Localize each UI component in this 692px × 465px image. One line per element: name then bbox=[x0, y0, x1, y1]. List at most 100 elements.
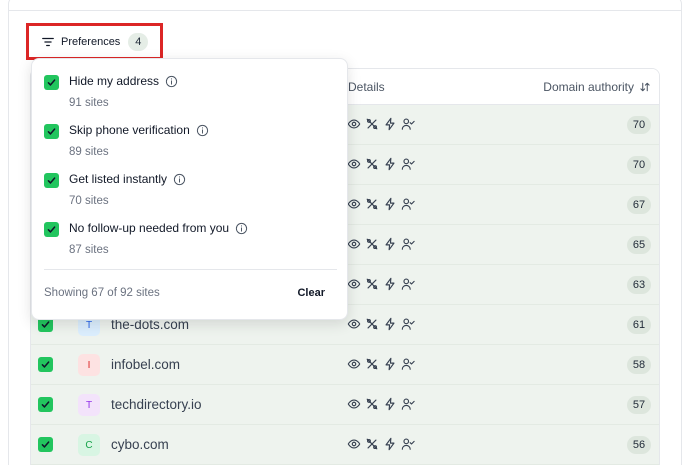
domain-authority-badge: 65 bbox=[627, 236, 651, 254]
check-icon bbox=[47, 79, 56, 86]
preference-option[interactable]: Skip phone verification 89 sites bbox=[44, 122, 339, 166]
bolt-icon bbox=[385, 157, 395, 171]
detail-icons bbox=[347, 197, 415, 211]
popover-divider bbox=[44, 269, 337, 270]
top-divider bbox=[8, 10, 682, 11]
row-checkbox[interactable] bbox=[38, 357, 53, 372]
domain-authority-badge: 63 bbox=[627, 276, 651, 294]
eye-icon bbox=[347, 239, 361, 249]
percent-icon bbox=[366, 358, 378, 370]
option-checkbox[interactable] bbox=[44, 222, 59, 237]
eye-icon bbox=[347, 119, 361, 129]
detail-icons bbox=[347, 277, 415, 291]
option-count: 70 sites bbox=[69, 195, 109, 207]
table-row[interactable]: Iinfobel.com 58 bbox=[31, 345, 659, 385]
domain-authority-badge: 67 bbox=[627, 196, 651, 214]
option-count: 89 sites bbox=[69, 146, 109, 158]
option-label: Hide my address bbox=[69, 74, 160, 88]
check-icon bbox=[41, 361, 50, 368]
preference-option[interactable]: Hide my address 91 sites bbox=[44, 73, 339, 117]
user-check-icon bbox=[401, 198, 415, 210]
site-domain[interactable]: infobel.com bbox=[111, 357, 180, 372]
detail-icons bbox=[347, 117, 415, 131]
site-avatar: I bbox=[78, 354, 100, 376]
check-icon bbox=[47, 226, 56, 233]
site-domain[interactable]: cybo.com bbox=[111, 437, 169, 452]
bolt-icon bbox=[385, 317, 395, 331]
eye-icon bbox=[347, 279, 361, 289]
bolt-icon bbox=[385, 197, 395, 211]
bolt-icon bbox=[385, 437, 395, 451]
option-label: Get listed instantly bbox=[69, 172, 168, 186]
option-label-wrap: Hide my address bbox=[69, 74, 178, 88]
percent-icon bbox=[366, 158, 378, 170]
eye-icon bbox=[347, 399, 361, 409]
check-icon bbox=[47, 177, 56, 184]
option-count: 87 sites bbox=[69, 244, 109, 256]
user-check-icon bbox=[401, 398, 415, 410]
domain-authority-badge: 70 bbox=[627, 156, 651, 174]
site-avatar: C bbox=[78, 434, 100, 456]
column-header-details: Details bbox=[348, 80, 385, 94]
bolt-icon bbox=[385, 237, 395, 251]
percent-icon bbox=[366, 438, 378, 450]
showing-count: Showing 67 of 92 sites bbox=[44, 287, 160, 299]
domain-authority-label: Domain authority bbox=[543, 80, 634, 94]
domain-authority-badge: 70 bbox=[627, 116, 651, 134]
option-label: Skip phone verification bbox=[69, 123, 190, 137]
info-icon[interactable] bbox=[173, 173, 186, 186]
domain-authority-badge: 61 bbox=[627, 316, 651, 334]
check-icon bbox=[41, 401, 50, 408]
detail-icons bbox=[347, 237, 415, 251]
preference-option[interactable]: Get listed instantly 70 sites bbox=[44, 171, 339, 215]
sort-icon bbox=[640, 82, 650, 92]
info-icon[interactable] bbox=[235, 222, 248, 235]
check-icon bbox=[41, 321, 50, 328]
eye-icon bbox=[347, 159, 361, 169]
table-row[interactable]: Ttechdirectory.io 57 bbox=[31, 385, 659, 425]
detail-icons bbox=[347, 357, 415, 371]
info-icon[interactable] bbox=[165, 75, 178, 88]
percent-icon bbox=[366, 238, 378, 250]
option-checkbox[interactable] bbox=[44, 75, 59, 90]
clear-button[interactable]: Clear bbox=[297, 287, 325, 299]
bolt-icon bbox=[385, 277, 395, 291]
info-icon[interactable] bbox=[196, 124, 209, 137]
check-icon bbox=[41, 441, 50, 448]
eye-icon bbox=[347, 439, 361, 449]
preference-option[interactable]: No follow-up needed from you 87 sites bbox=[44, 220, 339, 264]
option-count: 91 sites bbox=[69, 97, 109, 109]
eye-icon bbox=[347, 359, 361, 369]
percent-icon bbox=[366, 318, 378, 330]
user-check-icon bbox=[401, 358, 415, 370]
row-checkbox[interactable] bbox=[38, 437, 53, 452]
user-check-icon bbox=[401, 318, 415, 330]
user-check-icon bbox=[401, 158, 415, 170]
table-row[interactable]: Ccybo.com 56 bbox=[31, 425, 659, 465]
site-domain[interactable]: techdirectory.io bbox=[111, 397, 202, 412]
detail-icons bbox=[347, 317, 415, 331]
domain-authority-badge: 56 bbox=[627, 436, 651, 454]
percent-icon bbox=[366, 398, 378, 410]
user-check-icon bbox=[401, 278, 415, 290]
row-checkbox[interactable] bbox=[38, 397, 53, 412]
user-check-icon bbox=[401, 118, 415, 130]
eye-icon bbox=[347, 199, 361, 209]
domain-authority-badge: 58 bbox=[627, 356, 651, 374]
preferences-highlight-box bbox=[26, 23, 163, 60]
user-check-icon bbox=[401, 238, 415, 250]
option-label-wrap: Skip phone verification bbox=[69, 123, 209, 137]
percent-icon bbox=[366, 278, 378, 290]
bolt-icon bbox=[385, 117, 395, 131]
option-checkbox[interactable] bbox=[44, 173, 59, 188]
percent-icon bbox=[366, 198, 378, 210]
domain-authority-badge: 57 bbox=[627, 396, 651, 414]
column-header-domain-authority[interactable]: Domain authority bbox=[543, 80, 651, 94]
eye-icon bbox=[347, 319, 361, 329]
preferences-popover: Hide my address 91 sites Skip phone verifi… bbox=[31, 58, 348, 320]
detail-icons bbox=[347, 397, 415, 411]
detail-icons bbox=[347, 157, 415, 171]
option-checkbox[interactable] bbox=[44, 124, 59, 139]
user-check-icon bbox=[401, 438, 415, 450]
option-label: No follow-up needed from you bbox=[69, 221, 230, 235]
